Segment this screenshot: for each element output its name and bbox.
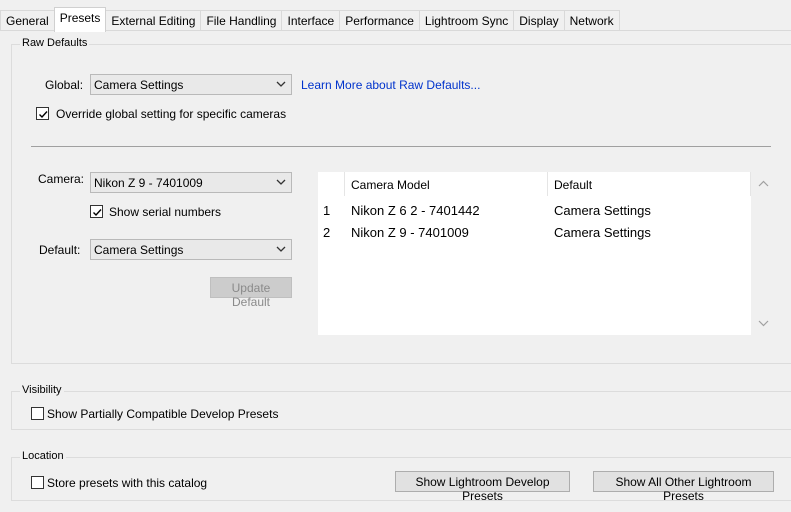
checkmark-icon	[93, 209, 102, 217]
tab-display[interactable]: Display	[513, 10, 565, 32]
camera-model-cell: Nikon Z 6 2 - 7401442	[351, 203, 480, 218]
presets-panel: Raw Defaults Global: Camera Settings Lea…	[0, 30, 791, 512]
checkmark-icon	[39, 111, 48, 119]
row-number-header	[318, 172, 345, 196]
tab-lightroom-sync[interactable]: Lightroom Sync	[418, 10, 515, 32]
show-other-presets-button[interactable]: Show All Other Lightroom Presets	[593, 471, 774, 503]
tab-general[interactable]: General	[0, 10, 55, 32]
default-dropdown-value: Camera Settings	[94, 243, 184, 257]
tab-network[interactable]: Network	[563, 10, 620, 32]
serial-numbers-checkbox[interactable]	[90, 205, 103, 218]
tab-external-editing[interactable]: External Editing	[105, 10, 202, 32]
partial-presets-checkbox[interactable]	[31, 407, 44, 420]
tab-presets[interactable]: Presets	[53, 7, 107, 32]
learn-more-link[interactable]: Learn More about Raw Defaults...	[301, 78, 480, 92]
camera-table: Camera Model Default 1 Nikon Z 6 2 - 740…	[318, 172, 751, 335]
visibility-title: Visibility	[20, 384, 64, 396]
partial-presets-label: Show Partially Compatible Develop Preset…	[47, 407, 279, 421]
tab-file-handling[interactable]: File Handling	[200, 10, 283, 32]
separator	[31, 146, 771, 147]
serial-numbers-label: Show serial numbers	[109, 205, 222, 219]
scroll-up-arrow-icon[interactable]	[758, 180, 769, 188]
store-presets-label: Store presets with this catalog	[47, 476, 208, 490]
global-dropdown[interactable]: Camera Settings	[90, 74, 292, 95]
update-default-button[interactable]: Update Default	[210, 277, 292, 309]
raw-defaults-group: Raw Defaults Global: Camera Settings Lea…	[11, 37, 791, 364]
global-dropdown-value: Camera Settings	[94, 78, 184, 92]
chevron-down-icon	[276, 179, 286, 185]
store-presets-checkbox[interactable]	[31, 476, 44, 489]
default-cell: Camera Settings	[554, 203, 651, 218]
global-label: Global:	[45, 78, 84, 92]
camera-dropdown[interactable]: Nikon Z 9 - 7401009	[90, 172, 292, 193]
camera-dropdown-value: Nikon Z 9 - 7401009	[94, 176, 203, 190]
visibility-group: Visibility Show Partially Compatible Dev…	[11, 384, 791, 430]
row-number: 1	[323, 203, 331, 218]
override-checkbox[interactable]	[36, 107, 49, 120]
chevron-down-icon	[276, 246, 286, 252]
raw-defaults-title: Raw Defaults	[20, 37, 90, 49]
location-group: Location Store presets with this catalog…	[11, 450, 791, 503]
default-header[interactable]: Default	[548, 172, 751, 196]
show-develop-presets-button[interactable]: Show Lightroom Develop Presets	[395, 471, 570, 503]
scroll-down-arrow-icon[interactable]	[758, 319, 769, 327]
table-scrollbar[interactable]	[755, 172, 772, 335]
tab-strip: General Presets External Editing File Ha…	[0, 7, 620, 32]
chevron-down-icon	[276, 81, 286, 87]
default-label: Default:	[39, 243, 81, 257]
default-cell: Camera Settings	[554, 225, 651, 240]
camera-model-cell: Nikon Z 9 - 7401009	[351, 225, 469, 240]
override-label: Override global setting for specific cam…	[56, 107, 287, 121]
default-dropdown[interactable]: Camera Settings	[90, 239, 292, 260]
tab-performance[interactable]: Performance	[339, 10, 420, 32]
camera-model-header[interactable]: Camera Model	[345, 172, 548, 196]
tab-interface[interactable]: Interface	[281, 10, 341, 32]
location-title: Location	[20, 450, 66, 462]
camera-label: Camera:	[38, 172, 85, 186]
row-number: 2	[323, 225, 331, 240]
